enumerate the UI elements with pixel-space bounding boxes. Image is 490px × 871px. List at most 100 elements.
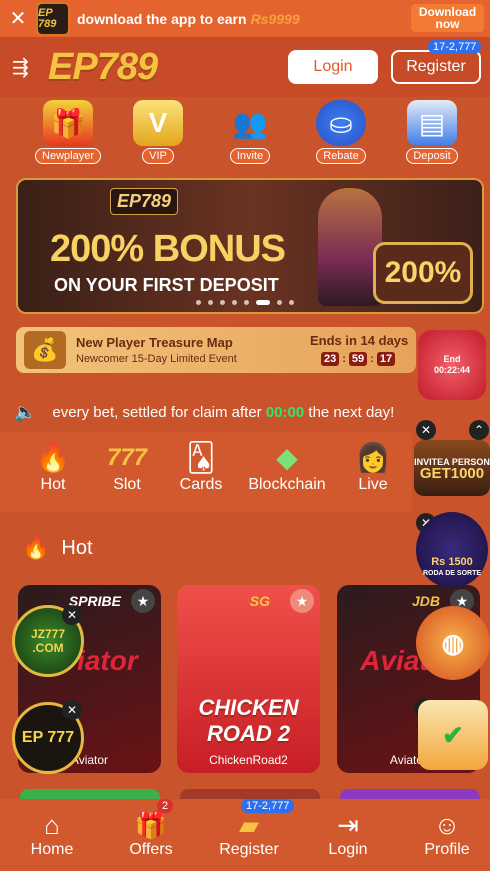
- carousel-dot[interactable]: [232, 300, 237, 305]
- quick-link-label: Newplayer: [35, 148, 101, 164]
- download-text: download the app to earn Rs9999: [77, 11, 300, 27]
- invite-amount: GET1000: [419, 465, 485, 482]
- treasure-title: New Player Treasure Map: [76, 335, 233, 350]
- tab-live[interactable]: 👩 Live: [352, 440, 394, 494]
- gift-icon: 🎁: [134, 810, 168, 840]
- carousel-dot[interactable]: [277, 300, 282, 305]
- countdown-seconds: 17: [376, 352, 396, 366]
- provider-logo: JDB: [411, 593, 440, 609]
- collapse-icon[interactable]: ⌃: [469, 420, 489, 440]
- banner-headline: 200% BONUS: [50, 228, 286, 270]
- menu-icon[interactable]: ⇶: [12, 55, 36, 80]
- download-bar: ✕ EP 789 download the app to earn Rs9999 …: [0, 0, 490, 37]
- tab-hot[interactable]: 🔥 Hot: [30, 440, 76, 494]
- lucky-wheel-float[interactable]: Rs 1500 RODA DE SORTE: [416, 512, 488, 588]
- section-header: 🔥 Hot: [22, 535, 93, 561]
- marquee: 🔈 every bet, settled for claim after 00:…: [0, 398, 420, 426]
- blocks-icon: ◆: [276, 442, 298, 473]
- treasure-ends: Ends in 14 days: [310, 333, 409, 348]
- section-title: Hot: [61, 536, 93, 559]
- quick-link-label: Rebate: [316, 148, 366, 164]
- quick-links: 🎁 Newplayer V VIP 👥 Invite ⛀ Rebate ▤ De…: [0, 100, 490, 172]
- favorite-star-icon[interactable]: ★: [290, 589, 314, 613]
- banner-badge: 200%: [373, 242, 473, 304]
- nav-label: Register: [219, 841, 279, 858]
- tab-blockchain[interactable]: ◆ Blockchain: [247, 440, 327, 494]
- countdown: 23: 59: 17: [321, 352, 396, 366]
- download-now-button[interactable]: Download now: [411, 4, 484, 32]
- promo-banner[interactable]: EP789 200% BONUS ON YOUR FIRST DEPOSIT 2…: [16, 178, 484, 314]
- countdown-hours: 23: [321, 352, 340, 366]
- red-envelope-float[interactable]: End 00:22:44: [418, 330, 486, 400]
- fire-icon: 🔥: [35, 442, 71, 473]
- quick-link-deposit[interactable]: ▤ Deposit: [397, 100, 467, 164]
- nav-home[interactable]: ⌂ Home: [12, 809, 92, 859]
- bottom-nav: ⌂ Home 🎁 Offers 2 ▰ Register 17-2,777 ⇥ …: [0, 799, 490, 871]
- treasure-subtitle: Newcomer 15-Day Limited Event: [76, 353, 237, 365]
- close-icon[interactable]: ✕: [62, 700, 82, 720]
- quick-link-vip[interactable]: V VIP: [123, 100, 193, 164]
- tab-label: Hot: [40, 476, 66, 493]
- carousel-dot[interactable]: [244, 300, 249, 305]
- nav-label: Home: [30, 841, 74, 858]
- slot-777-icon: 777: [106, 444, 148, 471]
- carousel-dot[interactable]: [289, 300, 294, 305]
- header: ⇶ EP789 Login Register 17-2,777: [0, 37, 490, 97]
- invite-float[interactable]: INVITEA PERSON GET1000: [414, 440, 490, 496]
- quick-link-rebate[interactable]: ⛀ Rebate: [306, 100, 376, 164]
- provider-logo: SG: [249, 593, 270, 609]
- register-nav-badge: 17-2,777: [241, 799, 295, 813]
- fire-icon: 🔥: [22, 535, 50, 560]
- nav-login[interactable]: ⇥ Login: [308, 809, 388, 859]
- checkin-calendar-float[interactable]: ✔: [418, 700, 488, 770]
- nav-offers[interactable]: 🎁 Offers: [111, 809, 191, 859]
- tab-cards[interactable]: 🂡 Cards: [176, 440, 226, 494]
- carousel-dots[interactable]: [196, 300, 294, 305]
- quick-link-invite[interactable]: 👥 Invite: [215, 100, 285, 164]
- download-message: download the app to earn: [77, 10, 247, 27]
- quick-link-label: Invite: [229, 148, 271, 164]
- tab-label: Cards: [179, 476, 223, 493]
- carousel-dot[interactable]: [208, 300, 213, 305]
- quick-link-label: Deposit: [406, 148, 458, 164]
- spin-wheel-float[interactable]: ◍: [416, 606, 490, 680]
- quick-link-newplayer[interactable]: 🎁 Newplayer: [33, 100, 103, 164]
- login-icon: ⇥: [337, 810, 359, 840]
- favorite-star-icon[interactable]: ★: [131, 589, 155, 613]
- countdown-minutes: 59: [348, 352, 368, 366]
- marquee-pre: every bet, settled for claim after: [52, 403, 262, 421]
- close-icon[interactable]: ✕: [416, 420, 436, 440]
- wheel-label: RODA DE SORTE: [422, 570, 482, 577]
- marquee-post: the next day!: [308, 403, 395, 421]
- carousel-dot[interactable]: [220, 300, 225, 305]
- carousel-dot[interactable]: [196, 300, 201, 305]
- home-icon: ⌂: [44, 810, 60, 840]
- game-category-tabs: 🔥 Hot 777 Slot 🂡 Cards ◆ Blockchain 👩 Li…: [0, 432, 412, 512]
- app-logo: EP 789: [36, 1, 70, 36]
- vip-icon: V: [133, 100, 183, 146]
- register-button[interactable]: Register: [391, 50, 481, 84]
- gift-icon: 🎁: [43, 100, 93, 146]
- envelope-end-label: End: [443, 354, 461, 364]
- register-icon: ▰: [239, 810, 259, 840]
- earn-amount: Rs9999: [250, 10, 300, 27]
- nav-register[interactable]: ▰ Register: [209, 809, 289, 859]
- game-name: ChickenRoad2: [209, 753, 288, 767]
- tab-slot[interactable]: 777 Slot: [103, 440, 151, 494]
- marquee-text: every bet, settled for claim after 00:00…: [52, 404, 394, 421]
- login-button[interactable]: Login: [288, 50, 378, 84]
- live-dealer-icon: 👩: [355, 442, 391, 473]
- close-icon[interactable]: ✕: [0, 6, 36, 31]
- carousel-dot-active[interactable]: [256, 300, 270, 305]
- nav-label: Offers: [129, 841, 173, 858]
- offers-badge: 2: [157, 799, 174, 813]
- tab-label: Live: [358, 476, 388, 493]
- treasure-chest-icon: 💰: [24, 331, 66, 369]
- nav-profile[interactable]: ☺ Profile: [407, 809, 487, 859]
- close-icon[interactable]: ✕: [62, 605, 82, 625]
- banner-logo: EP789: [110, 188, 179, 215]
- site-logo[interactable]: EP789: [48, 46, 158, 89]
- game-card[interactable]: SG ★ CHICKEN ROAD 2 ChickenRoad2: [177, 585, 320, 773]
- tab-label: Slot: [113, 476, 141, 493]
- treasure-event-bar[interactable]: 💰 New Player Treasure Map Newcomer 15-Da…: [16, 327, 416, 373]
